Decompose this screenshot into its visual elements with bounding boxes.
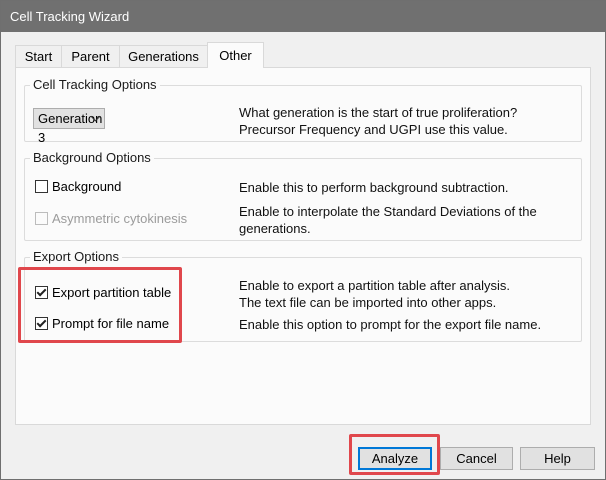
background-desc: Enable this to perform background subtra… (239, 180, 509, 195)
cell-tracking-desc-2: Precursor Frequency and UGPI use this va… (239, 122, 508, 137)
background-group: Background Options Background Enable thi… (24, 150, 582, 241)
tab-other[interactable]: Other (207, 42, 264, 68)
background-group-title: Background Options (30, 150, 154, 166)
window-title: Cell Tracking Wizard (1, 1, 605, 32)
export-group-title: Export Options (30, 249, 122, 265)
asymmetric-desc-1: Enable to interpolate the Standard Devia… (239, 204, 537, 219)
cell-tracking-desc-1: What generation is the start of true pro… (239, 105, 518, 120)
checkmark-icon (36, 286, 47, 297)
export-partition-label: Export partition table (52, 285, 172, 300)
cell-tracking-group: Cell Tracking Options Generation 3 What … (24, 77, 582, 145)
cell-tracking-group-title: Cell Tracking Options (30, 77, 160, 93)
background-label: Background (52, 179, 122, 194)
cancel-button[interactable]: Cancel (440, 447, 513, 470)
checkmark-icon (36, 317, 47, 328)
asymmetric-cytokinesis-checkbox[interactable] (35, 212, 48, 225)
prompt-file-name-label: Prompt for file name (52, 316, 170, 331)
help-button[interactable]: Help (520, 447, 595, 470)
tab-parent[interactable]: Parent (61, 45, 120, 67)
prompt-file-name-checkbox[interactable] (35, 317, 48, 330)
tab-start[interactable]: Start (15, 45, 62, 67)
wizard-window: Cell Tracking Wizard Start Parent Genera… (0, 0, 606, 480)
export-partition-desc-1: Enable to export a partition table after… (239, 278, 510, 293)
generation-select[interactable]: Generation 3 (33, 108, 105, 145)
tab-panel-other: Cell Tracking Options Generation 3 What … (15, 67, 591, 425)
export-group: Export Options Export partition table En… (24, 249, 582, 342)
export-partition-desc-2: The text file can be imported into other… (239, 295, 497, 310)
asymmetric-cytokinesis-label: Asymmetric cytokinesis (52, 211, 188, 226)
background-checkbox[interactable] (35, 180, 48, 193)
tab-generations[interactable]: Generations (119, 45, 208, 67)
prompt-file-name-desc: Enable this option to prompt for the exp… (239, 317, 542, 332)
export-partition-checkbox[interactable] (35, 286, 48, 299)
analyze-button[interactable]: Analyze (358, 447, 432, 470)
asymmetric-desc-2: generations. (239, 221, 311, 236)
